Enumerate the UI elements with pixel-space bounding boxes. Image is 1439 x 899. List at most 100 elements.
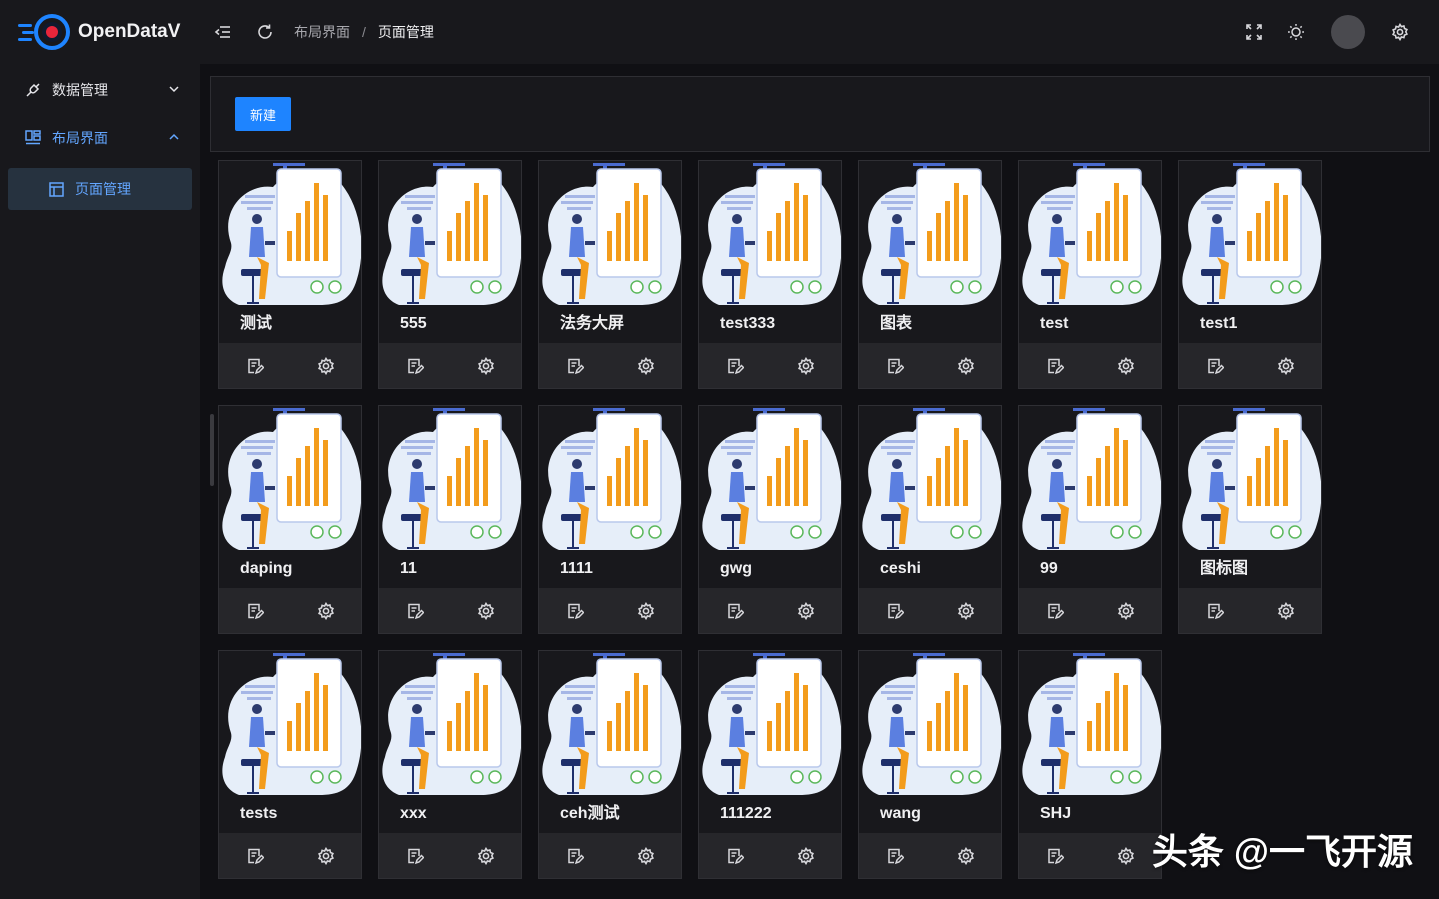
edit-page-button[interactable]	[564, 845, 586, 867]
chevron-down-icon	[168, 83, 180, 95]
page-thumbnail	[379, 161, 521, 305]
page-card[interactable]: 99	[1018, 405, 1162, 634]
page-settings-button[interactable]	[795, 355, 817, 377]
page-settings-button[interactable]	[1275, 600, 1297, 622]
page-card[interactable]: 法务大屏	[538, 160, 682, 389]
page-thumbnail	[379, 406, 521, 550]
page-card-title: xxx	[400, 805, 427, 822]
page-settings-button[interactable]	[955, 355, 977, 377]
page-card[interactable]: test1	[1178, 160, 1322, 389]
user-avatar[interactable]	[1331, 15, 1365, 49]
page-settings-button[interactable]	[315, 355, 337, 377]
page-settings-button[interactable]	[475, 845, 497, 867]
fullscreen-button[interactable]	[1239, 17, 1269, 47]
edit-icon	[567, 358, 584, 374]
page-thumbnail	[699, 161, 841, 305]
page-card[interactable]: 1111	[538, 405, 682, 634]
collapse-menu-button[interactable]	[208, 17, 238, 47]
page-card[interactable]: xxx	[378, 650, 522, 879]
page-card[interactable]: ceshi	[858, 405, 1002, 634]
gear-icon	[797, 601, 814, 620]
page-card[interactable]: test333	[698, 160, 842, 389]
settings-button[interactable]	[1385, 17, 1415, 47]
brand[interactable]: OpenDataV	[0, 12, 200, 52]
edit-page-button[interactable]	[244, 355, 266, 377]
page-card-title: test333	[720, 315, 776, 332]
page-settings-button[interactable]	[475, 355, 497, 377]
edit-icon	[1207, 358, 1224, 374]
page-card[interactable]: SHJ	[1018, 650, 1162, 879]
edit-icon	[1047, 848, 1064, 864]
sidebar-item-page-manage[interactable]: 页面管理	[8, 168, 192, 210]
page-card[interactable]: ceh测试	[538, 650, 682, 879]
page-card[interactable]: 555	[378, 160, 522, 389]
new-page-button[interactable]: 新建	[235, 97, 291, 131]
page-card[interactable]: 测试	[218, 160, 362, 389]
page-settings-button[interactable]	[635, 600, 657, 622]
edit-page-button[interactable]	[404, 845, 426, 867]
edit-page-button[interactable]	[244, 845, 266, 867]
edit-page-button[interactable]	[724, 355, 746, 377]
gear-icon	[637, 356, 654, 375]
page-settings-button[interactable]	[955, 845, 977, 867]
page-card-title: test1	[1200, 315, 1238, 332]
gear-icon	[1392, 23, 1408, 41]
edit-page-button[interactable]	[404, 600, 426, 622]
edit-page-button[interactable]	[724, 845, 746, 867]
edit-page-button[interactable]	[884, 600, 906, 622]
page-card-title: 图标图	[1200, 560, 1249, 577]
page-settings-button[interactable]	[1115, 355, 1137, 377]
edit-page-button[interactable]	[1044, 355, 1066, 377]
page-settings-button[interactable]	[315, 600, 337, 622]
page-card[interactable]: daping	[218, 405, 362, 634]
edit-icon	[727, 358, 744, 374]
edit-page-button[interactable]	[564, 355, 586, 377]
page-card[interactable]: tests	[218, 650, 362, 879]
sidebar: 数据管理 布局界面 页面管理	[0, 64, 200, 899]
edit-page-button[interactable]	[1204, 355, 1226, 377]
page-thumbnail	[1179, 161, 1321, 305]
edit-page-button[interactable]	[724, 600, 746, 622]
page-card[interactable]: test	[1018, 160, 1162, 389]
page-settings-button[interactable]	[955, 600, 977, 622]
fullscreen-icon	[1246, 24, 1262, 40]
page-settings-button[interactable]	[1115, 845, 1137, 867]
panel-icon	[48, 181, 65, 198]
edit-page-button[interactable]	[1044, 845, 1066, 867]
page-card[interactable]: wang	[858, 650, 1002, 879]
edit-page-button[interactable]	[1044, 600, 1066, 622]
page-settings-button[interactable]	[1275, 355, 1297, 377]
edit-page-button[interactable]	[884, 845, 906, 867]
page-settings-button[interactable]	[1115, 600, 1137, 622]
page-card-title: 11	[400, 560, 417, 577]
edit-page-button[interactable]	[1204, 600, 1226, 622]
refresh-button[interactable]	[250, 17, 280, 47]
edit-page-button[interactable]	[244, 600, 266, 622]
edit-page-button[interactable]	[404, 355, 426, 377]
page-card[interactable]: 图标图	[1178, 405, 1322, 634]
page-card[interactable]: 111222	[698, 650, 842, 879]
page-settings-button[interactable]	[795, 845, 817, 867]
sidebar-item-layout[interactable]: 布局界面	[0, 114, 200, 162]
page-card[interactable]: gwg	[698, 405, 842, 634]
gear-icon	[317, 601, 334, 620]
page-settings-button[interactable]	[795, 600, 817, 622]
page-settings-button[interactable]	[635, 355, 657, 377]
page-card[interactable]: 11	[378, 405, 522, 634]
page-thumbnail	[1179, 406, 1321, 550]
breadcrumb-item-layout[interactable]: 布局界面	[294, 22, 350, 42]
sidebar-item-data-manage[interactable]: 数据管理	[0, 66, 200, 114]
edit-icon	[1207, 603, 1224, 619]
theme-toggle-button[interactable]	[1281, 17, 1311, 47]
edit-page-button[interactable]	[884, 355, 906, 377]
edit-page-button[interactable]	[564, 600, 586, 622]
page-card-actions	[699, 343, 841, 388]
page-card[interactable]: 图表	[858, 160, 1002, 389]
scrollbar-thumb[interactable]	[210, 414, 214, 486]
page-settings-button[interactable]	[475, 600, 497, 622]
page-settings-button[interactable]	[635, 845, 657, 867]
sidebar-item-label: 数据管理	[52, 82, 108, 98]
page-thumbnail	[859, 651, 1001, 795]
page-settings-button[interactable]	[315, 845, 337, 867]
page-card-actions	[1019, 343, 1161, 388]
